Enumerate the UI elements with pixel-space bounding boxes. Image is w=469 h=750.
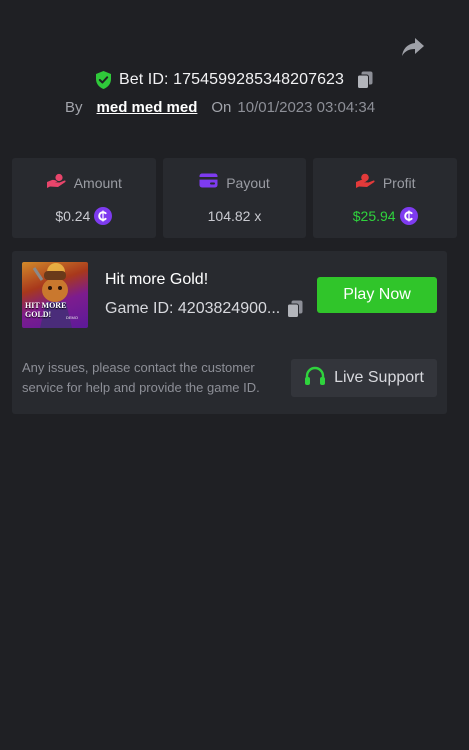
bet-meta-row: By med med med On 10/01/2023 03:04:34	[65, 96, 375, 118]
stat-profit-value: $25.94	[352, 208, 396, 224]
headset-icon	[304, 366, 326, 391]
thumbnail-text-line2: GOLD!	[25, 310, 52, 319]
live-support-label: Live Support	[334, 369, 424, 386]
card-icon	[199, 173, 218, 193]
by-label: By	[65, 98, 83, 116]
shield-check-icon	[95, 71, 113, 89]
live-support-button[interactable]: Live Support	[291, 359, 437, 397]
game-title: Hit more Gold!	[105, 271, 209, 288]
on-label: On	[211, 98, 232, 116]
stat-payout-label: Payout	[226, 175, 270, 191]
coin-icon	[399, 207, 418, 225]
hand-coin-icon	[46, 173, 66, 194]
game-card: HIT MORE GOLD! DEMO Hit more Gold! Game …	[12, 251, 447, 414]
stat-profit: Profit $25.94	[313, 158, 458, 238]
thumbnail-text-line1: HIT MORE	[25, 301, 67, 310]
stat-payout: Payout 104.82 x	[162, 158, 307, 238]
game-thumbnail[interactable]: HIT MORE GOLD! DEMO	[22, 262, 88, 328]
game-id-row: Game ID: 4203824900...	[105, 300, 304, 318]
username-link[interactable]: med med med	[97, 99, 198, 116]
bet-stats: Amount $0.24 Payout 104.82 x Profit $25.…	[12, 158, 458, 238]
coin-icon	[94, 207, 113, 225]
stat-amount-value: $0.24	[55, 208, 91, 224]
share-button[interactable]	[401, 36, 425, 58]
share-arrow-icon	[402, 38, 424, 56]
bet-id-row: Bet ID: 1754599285348207623	[0, 68, 469, 92]
stat-amount-label: Amount	[73, 175, 122, 191]
play-now-button[interactable]: Play Now	[317, 277, 437, 313]
bet-id-label: Bet ID: 1754599285348207623	[118, 71, 345, 88]
game-id-label: Game ID: 4203824900...	[105, 300, 281, 317]
thumbnail-text-small: DEMO	[66, 315, 78, 320]
hand-profit-icon	[355, 173, 375, 194]
stat-amount: Amount $0.24	[12, 158, 156, 238]
copy-icon[interactable]	[356, 71, 374, 89]
stat-payout-value: 104.82 x	[207, 208, 262, 224]
bet-datetime: 10/01/2023 03:04:34	[237, 98, 376, 116]
stat-profit-label: Profit	[382, 175, 416, 191]
help-text: Any issues, please contact the customer …	[22, 360, 260, 395]
copy-icon[interactable]	[286, 300, 304, 318]
